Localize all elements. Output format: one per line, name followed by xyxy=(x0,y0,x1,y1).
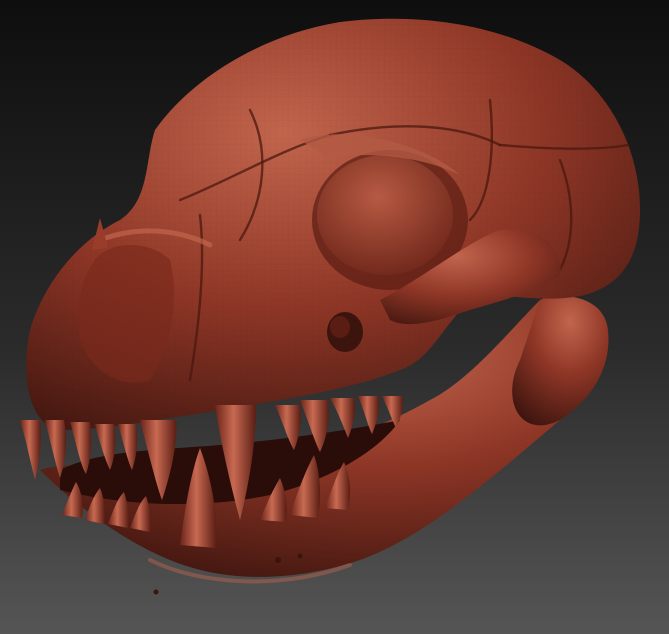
nasal-opening xyxy=(78,245,174,383)
foramen-small xyxy=(297,553,303,559)
skull-render xyxy=(0,0,669,634)
foramen-small xyxy=(275,557,281,563)
sculpt-viewport[interactable] xyxy=(0,0,669,634)
eye-orbit-inner xyxy=(317,155,453,275)
foramen-small xyxy=(153,589,159,595)
